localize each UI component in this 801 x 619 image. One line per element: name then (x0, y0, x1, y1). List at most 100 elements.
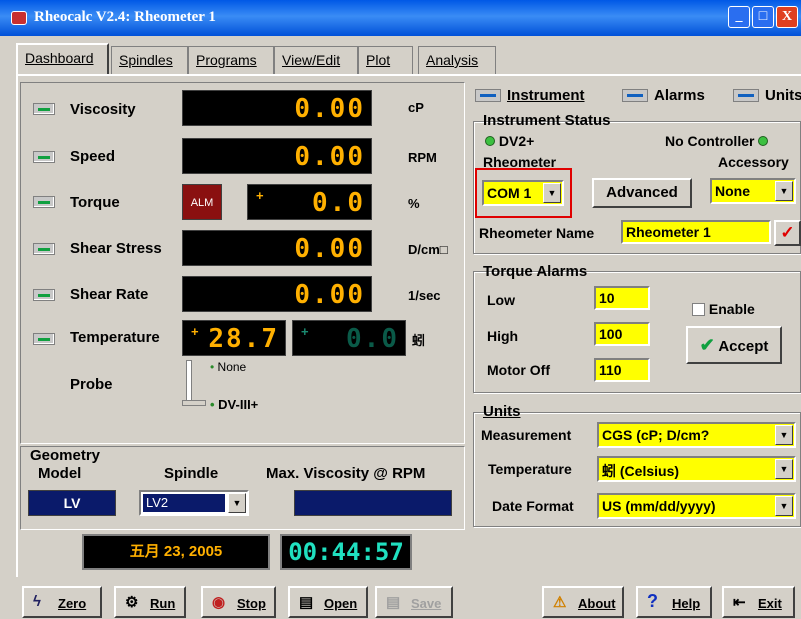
geometry-model-label: Model (38, 465, 82, 482)
probe-option-none-label: None (217, 360, 247, 374)
com-port-select[interactable]: COM 1 ▼ (482, 180, 564, 206)
minimize-button[interactable]: _ (728, 6, 750, 28)
accessory-select[interactable]: None ▼ (710, 178, 796, 204)
window-title: Rheocalc V2.4: Rheometer 1 (34, 9, 216, 25)
help-icon: ? (647, 591, 658, 611)
probe-slider-thumb[interactable] (182, 400, 206, 406)
temperature-label: Temperature (70, 329, 160, 346)
date-format-select[interactable]: US (mm/dd/yyyy) ▼ (597, 493, 796, 519)
confirm-name-button[interactable]: ✓ (774, 220, 801, 246)
time-display: 00:44:57 (280, 534, 412, 570)
maximize-button[interactable]: □ (752, 6, 774, 28)
toggle-icon (733, 89, 759, 102)
high-alarm-field[interactable]: 100 (594, 322, 650, 346)
geometry-spindle-label: Spindle (164, 465, 219, 482)
help-label: Help (672, 596, 701, 611)
stop-button[interactable]: ◉ Stop (201, 586, 276, 618)
tab-programs[interactable]: Programs (188, 46, 274, 74)
spindle-select-value: LV2 (143, 494, 225, 512)
shear-stress-label: Shear Stress (70, 240, 162, 257)
spindle-select[interactable]: LV2 ▼ (139, 490, 249, 516)
shear-stress-toggle[interactable] (33, 243, 55, 255)
torque-toggle[interactable] (33, 196, 55, 208)
controller-name: No Controller (665, 133, 755, 149)
chevron-down-icon[interactable]: ▼ (543, 183, 561, 203)
advanced-button[interactable]: Advanced (592, 178, 692, 208)
torque-alarms-title: Torque Alarms (483, 263, 588, 280)
date-display: 五月 23, 2005 (82, 534, 270, 570)
low-label: Low (487, 292, 515, 308)
chevron-down-icon[interactable]: ▼ (775, 425, 793, 445)
exit-icon: ⇤ (733, 594, 746, 611)
rheometer-name-field[interactable]: Rheometer 1 (621, 220, 771, 244)
low-alarm-field[interactable]: 10 (594, 286, 650, 310)
alarms-toggle-label: Alarms (654, 87, 705, 104)
temperature-sign: + (191, 324, 199, 339)
speed-value: 0.00 (294, 142, 365, 172)
save-label: Save (411, 596, 442, 611)
enable-label: Enable (708, 301, 755, 317)
about-button[interactable]: ⚠ About (542, 586, 624, 618)
temperature-value-2: 0.0 (346, 324, 399, 354)
shear-rate-display: 0.00 (182, 276, 372, 312)
alarms-toggle[interactable]: Alarms (622, 87, 705, 104)
viscosity-toggle[interactable] (33, 103, 55, 115)
chevron-down-icon[interactable]: ▼ (775, 181, 793, 201)
run-button[interactable]: ⚙ Run (114, 586, 186, 618)
tab-dashboard[interactable]: Dashboard (16, 43, 109, 74)
motor-off-field[interactable]: 110 (594, 358, 650, 382)
chevron-down-icon[interactable]: ▼ (775, 459, 793, 479)
help-button[interactable]: ? Help (636, 586, 712, 618)
save-button[interactable]: ▤ Save (375, 586, 453, 618)
measurement-label: Measurement (481, 427, 572, 443)
temperature-toggle[interactable] (33, 333, 55, 345)
run-icon: ⚙ (125, 594, 139, 611)
toggle-icon (475, 89, 501, 102)
speed-unit: RPM (408, 150, 437, 165)
tab-spindles[interactable]: Spindles (111, 46, 188, 74)
open-label: Open (324, 596, 358, 611)
accept-button[interactable]: ✔ Accept (686, 326, 782, 364)
tab-view-edit[interactable]: View/Edit (274, 46, 358, 74)
shear-rate-unit: 1/sec (408, 288, 441, 303)
temperature-display: +28.7 (182, 320, 286, 356)
enable-checkbox[interactable]: Enable (692, 301, 755, 317)
tab-plot[interactable]: Plot (358, 46, 413, 74)
units-toggle[interactable]: Units (733, 87, 801, 104)
measurement-select[interactable]: CGS (cP; D/cm? ▼ (597, 422, 796, 448)
instrument-toggle[interactable]: Instrument (475, 87, 585, 104)
torque-value: 0.0 (312, 188, 365, 218)
torque-sign: + (256, 188, 264, 203)
close-button[interactable]: X (776, 6, 798, 28)
rheometer-name-label: Rheometer Name (479, 225, 595, 241)
zero-button[interactable]: ϟ Zero (22, 586, 102, 618)
open-button[interactable]: ▤ Open (288, 586, 368, 618)
temperature-unit-select[interactable]: 蚓 (Celsius) ▼ (597, 456, 796, 482)
device-status: DV2+ (485, 133, 534, 149)
status-led-icon (758, 136, 769, 146)
chevron-down-icon[interactable]: ▼ (228, 493, 246, 513)
shear-rate-toggle[interactable] (33, 289, 55, 301)
speed-label: Speed (70, 148, 116, 165)
chevron-down-icon[interactable]: ▼ (775, 496, 793, 516)
viscosity-unit: cP (408, 100, 424, 115)
device-name: DV2+ (498, 133, 535, 149)
stop-label: Stop (237, 596, 266, 611)
open-icon: ▤ (299, 594, 314, 611)
shear-rate-value: 0.00 (294, 280, 365, 310)
tab-analysis[interactable]: Analysis (418, 46, 496, 74)
geometry-max-viscosity-label: Max. Viscosity @ RPM (266, 465, 426, 482)
checkmark-icon: ✔ (699, 335, 715, 355)
speed-toggle[interactable] (33, 151, 55, 163)
shear-stress-unit: D/cm□ (408, 242, 448, 257)
probe-option-dv3[interactable]: • DV-III+ (210, 397, 258, 412)
about-icon: ⚠ (553, 594, 567, 611)
exit-button[interactable]: ⇤ Exit (722, 586, 795, 618)
torque-display: +0.0 (247, 184, 372, 220)
measurement-value: CGS (cP; D/cm? (602, 427, 710, 443)
date-format-value: US (mm/dd/yyyy) (602, 498, 716, 514)
geometry-title: Geometry (30, 447, 101, 464)
high-label: High (487, 328, 519, 344)
probe-option-none[interactable]: • None (210, 360, 246, 374)
com-port-value: COM 1 (487, 185, 532, 201)
